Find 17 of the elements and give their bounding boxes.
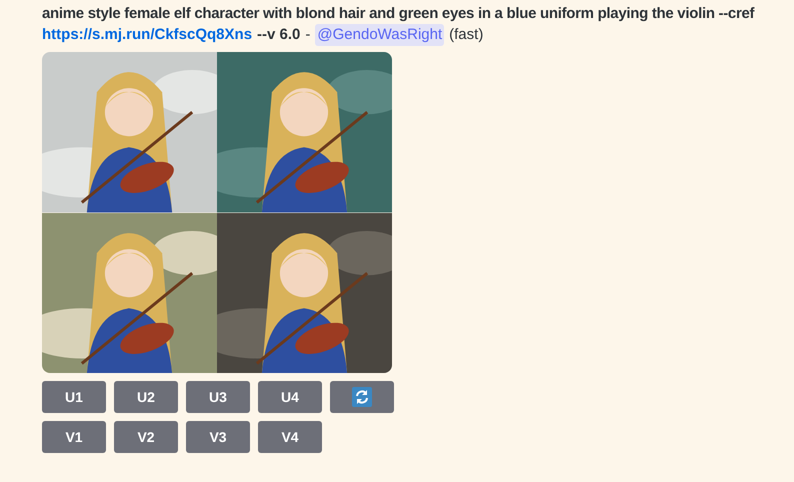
action-button[interactable]: U1 (42, 381, 106, 413)
refresh-button[interactable] (330, 381, 394, 413)
action-button[interactable]: U4 (258, 381, 322, 413)
action-button[interactable]: V3 (186, 421, 250, 453)
prompt-text: anime style female elf character with blond hair and green eyes in a blue uniform playing the violin --cref (42, 5, 754, 22)
action-button[interactable]: V1 (42, 421, 106, 453)
link[interactable]: https://s.mj.run/CkfscQq8Xns (42, 24, 252, 46)
version-parameter: --v 6.0 (257, 25, 300, 45)
image-grid[interactable] (42, 52, 392, 373)
action-button[interactable]: U2 (114, 381, 178, 413)
speed-text: (fast) (449, 25, 484, 45)
action-button[interactable]: V2 (114, 421, 178, 453)
separator-text: - (305, 25, 310, 45)
user-mention[interactable]: @GendoWasRight (315, 24, 444, 46)
action-button[interactable]: V4 (258, 421, 322, 453)
refresh-icon (352, 387, 372, 407)
action-button[interactable]: U3 (186, 381, 250, 413)
